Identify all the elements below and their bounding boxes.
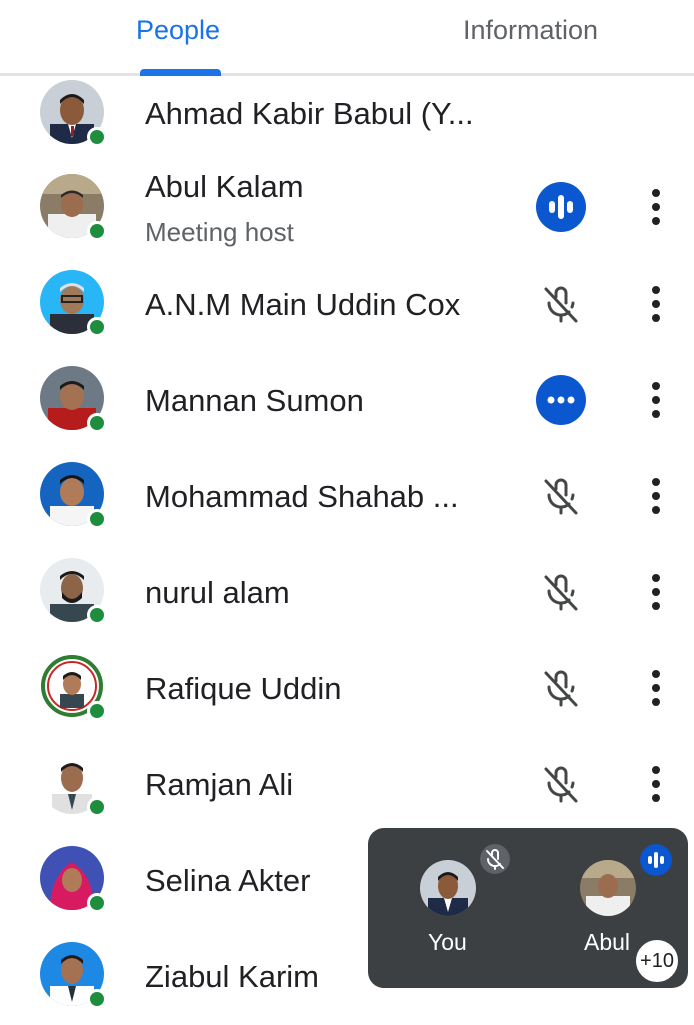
more-participants-count: +10 xyxy=(640,950,674,972)
self-avatar xyxy=(420,860,476,916)
online-dot-icon xyxy=(87,317,107,337)
participant-row[interactable]: nurul alam xyxy=(0,544,694,640)
participant-row[interactable]: Ramjan Ali xyxy=(0,736,694,832)
avatar xyxy=(40,174,107,241)
participant-name: Mannan Sumon xyxy=(145,383,364,418)
more-vert-icon[interactable] xyxy=(640,567,672,617)
avatar xyxy=(40,942,107,1009)
avatar xyxy=(40,270,107,337)
speaker-avatar xyxy=(580,860,636,916)
tab-bar: People Information xyxy=(0,0,694,76)
more-horiz-icon xyxy=(536,375,586,425)
avatar xyxy=(40,462,107,529)
avatar xyxy=(40,750,107,817)
participant-row[interactable]: Mohammad Shahab ... xyxy=(0,448,694,544)
speaker-label: Abul xyxy=(584,929,631,955)
avatar xyxy=(40,846,107,913)
online-dot-icon xyxy=(87,605,107,625)
more-participants-badge[interactable]: +10 xyxy=(634,938,680,984)
more-vert-icon[interactable] xyxy=(640,375,672,425)
online-dot-icon xyxy=(87,797,107,817)
participant-row[interactable]: A.N.M Main Uddin Cox xyxy=(0,256,694,352)
participant-name: Mohammad Shahab ... xyxy=(145,479,459,514)
online-dot-icon xyxy=(87,413,107,433)
self-label: You xyxy=(428,929,467,955)
participant-name: Abul Kalam xyxy=(145,169,304,204)
participant-name: Selina Akter xyxy=(145,863,311,898)
participant-row[interactable]: Ahmad Kabir Babul (Y... xyxy=(0,66,694,162)
participant-name: Ramjan Ali xyxy=(145,767,294,802)
online-dot-icon xyxy=(87,893,107,913)
participant-name: Rafique Uddin xyxy=(145,671,342,706)
avatar xyxy=(40,558,107,625)
online-dot-icon xyxy=(87,701,107,721)
participant-row[interactable]: Rafique Uddin xyxy=(0,640,694,736)
participant-name: A.N.M Main Uddin Cox xyxy=(145,287,461,322)
tab-people[interactable]: People xyxy=(136,12,220,48)
audio-level-icon xyxy=(640,844,672,876)
mic-off-icon xyxy=(544,478,578,515)
more-vert-icon[interactable] xyxy=(640,279,672,329)
participant-name: nurul alam xyxy=(145,575,290,610)
avatar xyxy=(40,366,107,433)
audio-level-icon xyxy=(536,182,586,232)
participant-role: Meeting host xyxy=(145,217,294,247)
online-dot-icon xyxy=(87,127,107,147)
more-vert-icon[interactable] xyxy=(640,663,672,713)
mic-off-icon xyxy=(544,574,578,611)
more-vert-icon[interactable] xyxy=(640,471,672,521)
mic-off-icon xyxy=(480,844,510,874)
mic-off-icon xyxy=(544,766,578,803)
mic-off-icon xyxy=(544,286,578,323)
avatar xyxy=(40,654,107,721)
more-vert-icon[interactable] xyxy=(640,182,672,232)
more-vert-icon[interactable] xyxy=(640,759,672,809)
participant-name: Ziabul Karim xyxy=(145,959,319,994)
participant-row[interactable]: Mannan Sumon xyxy=(0,352,694,448)
online-dot-icon xyxy=(87,221,107,241)
online-dot-icon xyxy=(87,989,107,1009)
avatar xyxy=(40,80,107,147)
online-dot-icon xyxy=(87,509,107,529)
participant-name: Ahmad Kabir Babul (Y... xyxy=(145,96,474,131)
mic-off-icon xyxy=(544,670,578,707)
tab-information[interactable]: Information xyxy=(463,12,598,48)
participant-row[interactable]: Abul Kalam Meeting host xyxy=(0,160,694,256)
